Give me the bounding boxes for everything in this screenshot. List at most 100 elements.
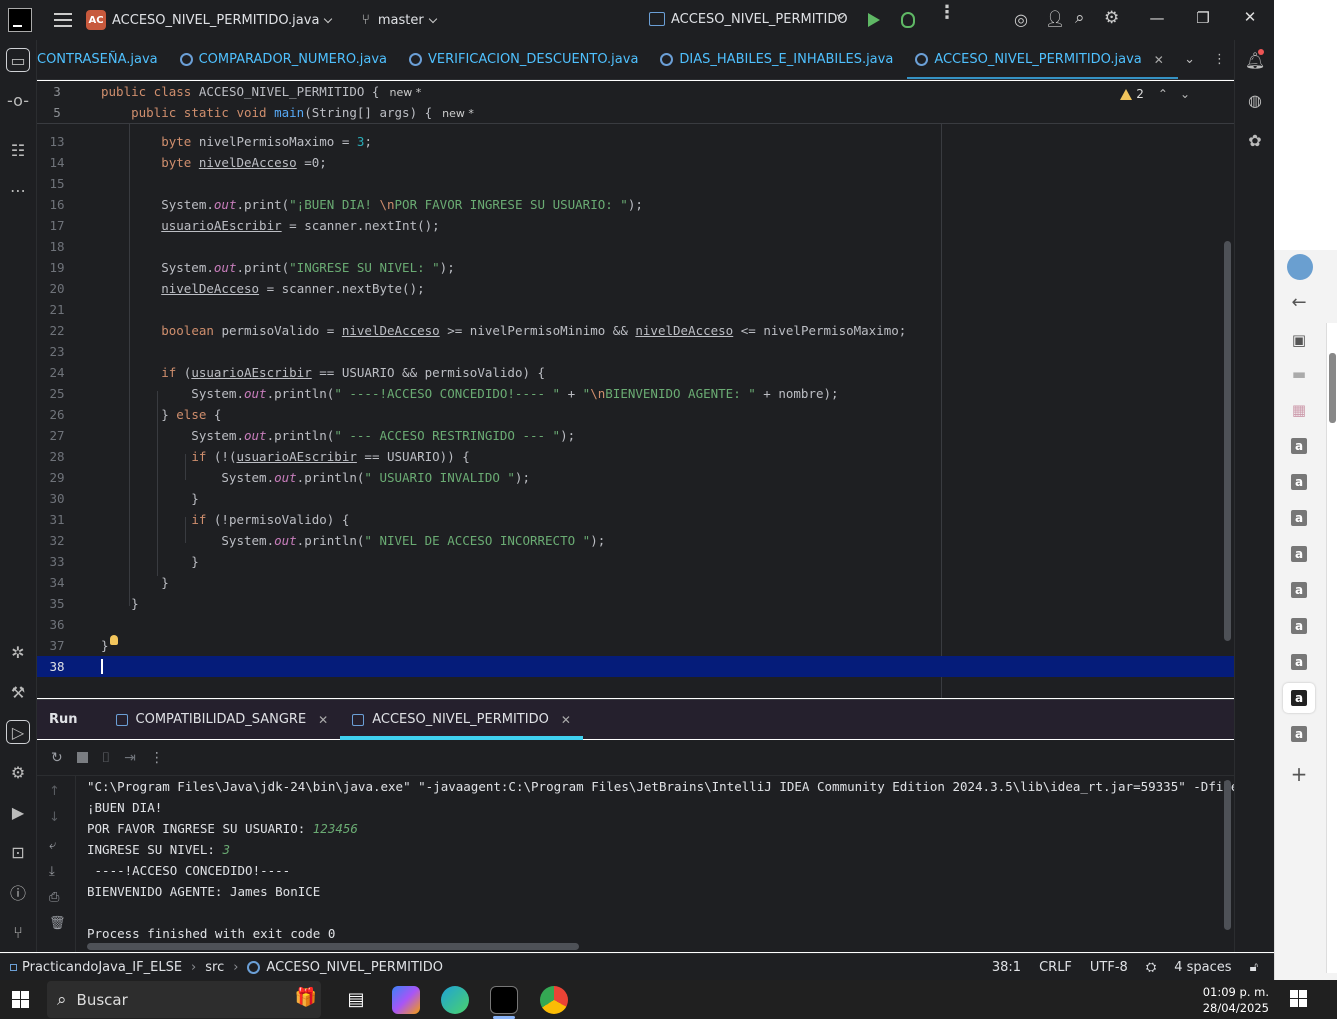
code-line[interactable]: 33 } — [37, 551, 1234, 572]
read-only-lock-icon[interactable]: 🔓︎ — [1250, 960, 1258, 975]
tab-verificacion-descuento[interactable]: VERIFICACION_DESCUENTO.java — [401, 40, 652, 79]
code-style-icon[interactable]: ⛭ — [1146, 960, 1156, 975]
amazon-icon[interactable]: a — [1287, 506, 1311, 530]
restore-button[interactable]: ❐ — [1180, 9, 1226, 27]
amazon-icon[interactable]: a — [1287, 578, 1311, 602]
code-line[interactable]: 14 byte nivelDeAcceso =0; — [37, 152, 1234, 173]
notifications-icon[interactable]: 🔔︎ — [1243, 48, 1267, 72]
debug-icon[interactable] — [901, 12, 915, 28]
editor-scrollbar[interactable] — [1224, 241, 1231, 641]
more-actions-icon[interactable]: ⋮ — [150, 750, 164, 766]
project-file-name[interactable]: ACCESO_NIVEL_PERMITIDO.java — [112, 13, 319, 28]
python-icon[interactable]: ✿ — [1243, 128, 1267, 152]
code-editor[interactable]: 3 public class ACCESO_NIVEL_PERMITIDO {n… — [37, 81, 1234, 698]
previous-highlight-icon[interactable]: ⌃ — [1158, 87, 1168, 101]
down-arrow-icon[interactable]: ↓ — [49, 810, 60, 825]
scroll-to-end-icon[interactable]: ⤓ — [49, 864, 55, 879]
code-line[interactable]: 20 nivelDeAcceso = scanner.nextByte(); — [37, 278, 1234, 299]
run-tab-acceso-nivel-permitido[interactable]: ACCESO_NIVEL_PERMITIDO ✕ — [340, 700, 583, 740]
run-config-name[interactable]: ACCESO_NIVEL_PERMITIDO — [671, 12, 848, 27]
more-tools-icon[interactable]: ⋯ — [6, 178, 30, 202]
task-view-icon[interactable]: ▤ — [342, 986, 370, 1014]
ai-chat-icon[interactable]: ◍ — [1243, 88, 1267, 112]
structure-icon[interactable]: ☷ — [6, 138, 30, 162]
endpoints-icon[interactable]: ▶ — [6, 800, 30, 824]
camera-icon[interactable]: ⌷ — [102, 750, 110, 766]
inspection-widget[interactable]: 2 ⌃ ⌄ — [1120, 87, 1190, 101]
run-panel-icon[interactable]: ▷ — [6, 720, 30, 744]
code-line[interactable]: 29 System.out.println(" USUARIO INVALIDO… — [37, 467, 1234, 488]
windows-start-icon[interactable] — [12, 991, 29, 1008]
search-icon[interactable]: ⌕ — [1075, 8, 1085, 28]
browser-scrollbar[interactable] — [1329, 353, 1336, 423]
code-line[interactable]: 17 usuarioAEscribir = scanner.nextInt(); — [37, 215, 1234, 236]
favicon-icon[interactable]: ▦ — [1287, 398, 1311, 422]
trash-icon[interactable]: 🗑︎ — [49, 916, 66, 931]
windows-start-icon[interactable] — [1290, 990, 1307, 1007]
close-tab-icon[interactable]: ✕ — [318, 713, 328, 727]
amazon-icon[interactable]: a — [1287, 650, 1311, 674]
code-line[interactable]: 15 — [37, 173, 1234, 194]
more-actions-icon[interactable]: ⋮ — [938, 4, 956, 22]
lightbulb-icon[interactable] — [110, 635, 118, 645]
amazon-icon[interactable]: a — [1287, 542, 1311, 566]
commit-icon[interactable]: -o- — [6, 88, 30, 112]
code-line[interactable]: 28 if (!(usuarioAEscribir == USUARIO)) { — [37, 446, 1234, 467]
code-line[interactable]: 32 System.out.println(" NIVEL DE ACCESO … — [37, 530, 1234, 551]
code-line[interactable]: 31 if (!permisoValido) { — [37, 509, 1234, 530]
stop-icon[interactable] — [76, 752, 88, 763]
code-line[interactable]: 22 boolean permisoValido = nivelDeAcceso… — [37, 320, 1234, 341]
code-line[interactable]: 18 — [37, 236, 1234, 257]
build-hammer-icon[interactable]: ⚒ — [6, 680, 30, 704]
back-arrow-icon[interactable]: ← — [1287, 290, 1311, 314]
console-output[interactable]: "C:\Program Files\Java\jdk-24\bin\java.e… — [76, 776, 1234, 952]
run-tab-compatibilidad-sangre[interactable]: COMPATIBILIDAD_SANGRE ✕ — [104, 700, 341, 740]
chevron-down-icon[interactable] — [324, 14, 333, 23]
taskbar-search[interactable]: ⌕ Buscar 🎁 — [47, 981, 321, 1018]
amazon-icon[interactable]: a — [1287, 434, 1311, 458]
run-icon[interactable] — [868, 13, 880, 27]
services-icon[interactable]: ⚙ — [6, 760, 30, 784]
code-line[interactable]: 25 System.out.println(" ----!ACCESO CONC… — [37, 383, 1234, 404]
breadcrumb-folder[interactable]: src — [205, 960, 224, 975]
chevron-down-icon[interactable] — [428, 14, 437, 23]
project-badge[interactable]: AC — [86, 10, 106, 30]
project-folder-icon[interactable]: ▭ — [6, 48, 30, 72]
sticky-line[interactable]: 3 public class ACCESO_NIVEL_PERMITIDO {n… — [37, 81, 1234, 102]
close-tab-icon[interactable]: ✕ — [561, 713, 571, 727]
code-line[interactable]: 30 } — [37, 488, 1234, 509]
code-line[interactable]: 37} — [37, 635, 1234, 656]
terminal-icon[interactable]: ⊡ — [6, 840, 30, 864]
code-line[interactable]: 13 byte nivelPermisoMaximo = 3; — [37, 131, 1234, 152]
code-line[interactable]: 34 } — [37, 572, 1234, 593]
ai-assistant-icon[interactable]: ◎ — [1014, 10, 1028, 29]
profile-avatar[interactable] — [1287, 254, 1313, 280]
add-icon[interactable]: + — [1287, 762, 1311, 786]
code-line[interactable]: 24 if (usuarioAEscribir == USUARIO && pe… — [37, 362, 1234, 383]
caret-position[interactable]: 38:1 — [992, 960, 1021, 975]
code-line[interactable]: 23 — [37, 341, 1234, 362]
exit-icon[interactable]: ⇥ — [124, 750, 136, 766]
sticky-line[interactable]: 5 public static void main(String[] args)… — [37, 102, 1234, 123]
chrome-icon[interactable] — [540, 986, 568, 1014]
favicon-icon[interactable]: ▬ — [1287, 362, 1311, 386]
tabs-icon[interactable]: ▣ — [1287, 328, 1311, 352]
console-vertical-scrollbar[interactable] — [1224, 780, 1231, 930]
code-line[interactable]: 21 — [37, 299, 1234, 320]
tab-list-chevron-icon[interactable]: ⌄ — [1184, 52, 1195, 67]
tab-comparador-numero[interactable]: COMPARADOR_NUMERO.java — [172, 40, 401, 79]
up-arrow-icon[interactable]: ↑ — [49, 784, 60, 799]
add-user-icon[interactable]: 👤︎ — [1045, 9, 1065, 28]
taskbar-clock[interactable]: 01:09 p. m. 28/04/2025 — [1203, 984, 1269, 1016]
amazon-icon[interactable]: a — [1287, 614, 1311, 638]
code-line[interactable]: 35 } — [37, 593, 1234, 614]
current-code-line[interactable]: 38 — [37, 656, 1234, 677]
breadcrumb-file[interactable]: ACCESO_NIVEL_PERMITIDO — [266, 960, 443, 975]
console-horizontal-scrollbar[interactable] — [87, 943, 579, 950]
problems-icon[interactable]: ⓘ — [6, 880, 30, 904]
tab-acceso-nivel-permitido[interactable]: ACCESO_NIVEL_PERMITIDO.java ✕ — [907, 40, 1178, 79]
file-encoding[interactable]: UTF-8 — [1090, 960, 1128, 975]
tab-dias-habiles[interactable]: DIAS_HABILES_E_INHABILES.java — [652, 40, 907, 79]
line-separator[interactable]: CRLF — [1039, 960, 1072, 975]
code-line[interactable]: 26 } else { — [37, 404, 1234, 425]
